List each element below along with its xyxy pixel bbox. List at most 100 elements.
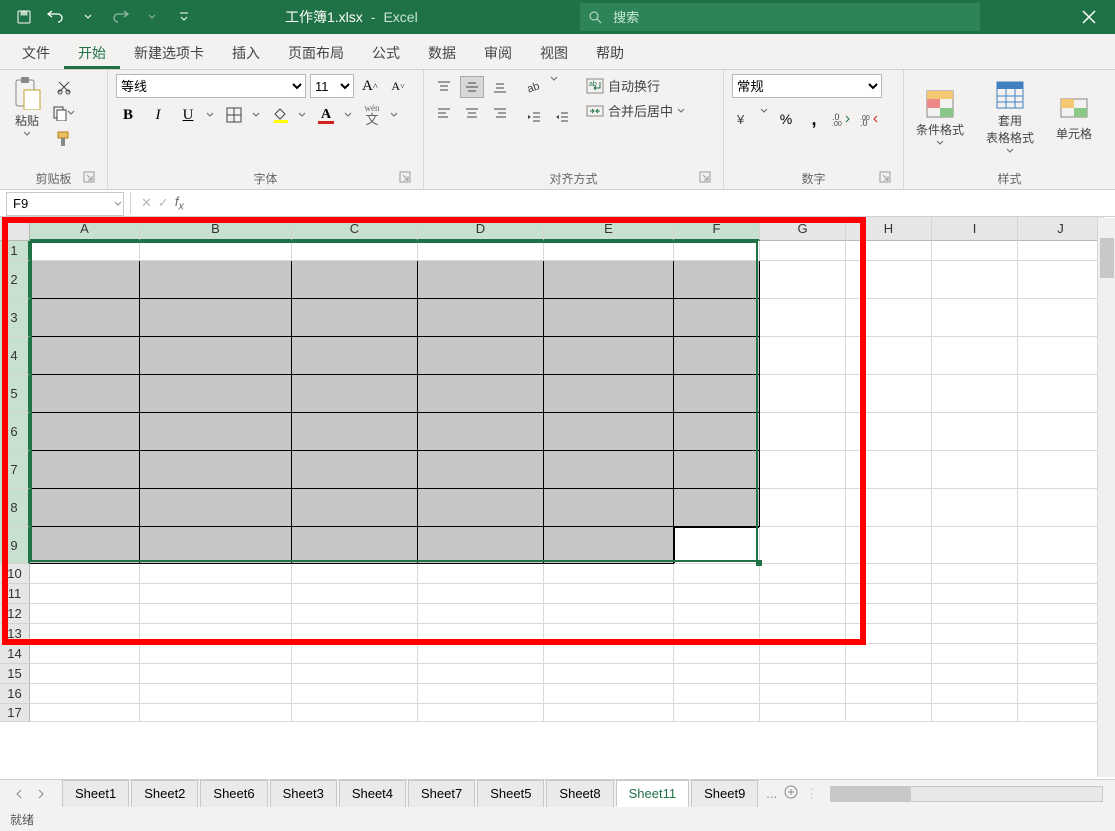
cell-I16[interactable]	[932, 684, 1018, 704]
cell-F2[interactable]	[674, 261, 760, 299]
cell-B5[interactable]	[140, 375, 292, 413]
font-launcher[interactable]	[399, 171, 413, 185]
cell-G4[interactable]	[760, 337, 846, 375]
tab-视图[interactable]: 视图	[526, 35, 582, 69]
cell-I7[interactable]	[932, 451, 1018, 489]
cell-H15[interactable]	[846, 664, 932, 684]
cell-C15[interactable]	[292, 664, 418, 684]
cell-B17[interactable]	[140, 704, 292, 722]
cell-J7[interactable]	[1018, 451, 1104, 489]
cell-F6[interactable]	[674, 413, 760, 451]
cell-I1[interactable]	[932, 241, 1018, 261]
cell-H10[interactable]	[846, 564, 932, 584]
cell-A13[interactable]	[30, 624, 140, 644]
cell-I14[interactable]	[932, 644, 1018, 664]
cell-C4[interactable]	[292, 337, 418, 375]
paste-button[interactable]: 粘贴	[8, 74, 46, 139]
row-header-5[interactable]: 5	[0, 375, 30, 413]
cell-G1[interactable]	[760, 241, 846, 261]
cell-C11[interactable]	[292, 584, 418, 604]
cell-B11[interactable]	[140, 584, 292, 604]
row-header-15[interactable]: 15	[0, 664, 30, 684]
cell-E2[interactable]	[544, 261, 674, 299]
cell-H3[interactable]	[846, 299, 932, 337]
tab-开始[interactable]: 开始	[64, 35, 120, 69]
merge-center-button[interactable]: 合并后居中	[586, 101, 685, 120]
phonetic-dropdown[interactable]	[390, 112, 400, 118]
cell-E7[interactable]	[544, 451, 674, 489]
cell-E1[interactable]	[544, 241, 674, 261]
cell-A6[interactable]	[30, 413, 140, 451]
cell-G16[interactable]	[760, 684, 846, 704]
currency-dropdown[interactable]	[760, 108, 770, 130]
tab-插入[interactable]: 插入	[218, 35, 274, 69]
cell-E17[interactable]	[544, 704, 674, 722]
currency-button[interactable]: ¥	[732, 108, 756, 130]
cell-D11[interactable]	[418, 584, 544, 604]
cell-G8[interactable]	[760, 489, 846, 527]
cell-B4[interactable]	[140, 337, 292, 375]
cell-F10[interactable]	[674, 564, 760, 584]
cell-J17[interactable]	[1018, 704, 1104, 722]
tab-帮助[interactable]: 帮助	[582, 35, 638, 69]
cell-B1[interactable]	[140, 241, 292, 261]
font-color-button[interactable]: A	[314, 104, 338, 126]
cell-D6[interactable]	[418, 413, 544, 451]
formula-enter-button[interactable]: ✓	[158, 195, 169, 211]
cell-B15[interactable]	[140, 664, 292, 684]
cell-H17[interactable]	[846, 704, 932, 722]
orientation-dropdown[interactable]	[550, 76, 560, 98]
align-middle-button[interactable]	[460, 76, 484, 98]
alignment-launcher[interactable]	[699, 171, 713, 185]
formula-input[interactable]	[184, 192, 1115, 214]
cell-I2[interactable]	[932, 261, 1018, 299]
underline-dropdown[interactable]	[206, 112, 216, 118]
increase-decimal-button[interactable]: .0.00	[830, 108, 854, 130]
cell-F11[interactable]	[674, 584, 760, 604]
cell-J13[interactable]	[1018, 624, 1104, 644]
horizontal-scrollbar[interactable]	[830, 786, 1103, 802]
cell-F16[interactable]	[674, 684, 760, 704]
cell-I15[interactable]	[932, 664, 1018, 684]
cell-A17[interactable]	[30, 704, 140, 722]
cell-J1[interactable]	[1018, 241, 1104, 261]
cell-C14[interactable]	[292, 644, 418, 664]
cell-J12[interactable]	[1018, 604, 1104, 624]
cell-E12[interactable]	[544, 604, 674, 624]
cell-H6[interactable]	[846, 413, 932, 451]
row-header-16[interactable]: 16	[0, 684, 30, 704]
cell-J6[interactable]	[1018, 413, 1104, 451]
cell-G10[interactable]	[760, 564, 846, 584]
cell-G14[interactable]	[760, 644, 846, 664]
row-header-13[interactable]: 13	[0, 624, 30, 644]
row-header-7[interactable]: 7	[0, 451, 30, 489]
cell-I11[interactable]	[932, 584, 1018, 604]
cell-J16[interactable]	[1018, 684, 1104, 704]
row-header-12[interactable]: 12	[0, 604, 30, 624]
cell-J14[interactable]	[1018, 644, 1104, 664]
column-header-G[interactable]: G	[760, 217, 846, 241]
redo-dropdown[interactable]	[138, 4, 166, 30]
cell-G9[interactable]	[760, 527, 846, 564]
cell-J15[interactable]	[1018, 664, 1104, 684]
cell-A12[interactable]	[30, 604, 140, 624]
cell-A10[interactable]	[30, 564, 140, 584]
cell-D4[interactable]	[418, 337, 544, 375]
cell-G5[interactable]	[760, 375, 846, 413]
cell-F13[interactable]	[674, 624, 760, 644]
cell-B14[interactable]	[140, 644, 292, 664]
vertical-scrollbar[interactable]	[1097, 218, 1115, 777]
row-header-3[interactable]: 3	[0, 299, 30, 337]
column-header-D[interactable]: D	[418, 217, 544, 241]
cell-I9[interactable]	[932, 527, 1018, 564]
name-box[interactable]: F9	[6, 192, 124, 216]
cell-J5[interactable]	[1018, 375, 1104, 413]
italic-button[interactable]: I	[146, 104, 170, 126]
cell-D9[interactable]	[418, 527, 544, 564]
cell-A3[interactable]	[30, 299, 140, 337]
sheet-tab-Sheet8[interactable]: Sheet8	[546, 780, 613, 807]
row-header-14[interactable]: 14	[0, 644, 30, 664]
new-sheet-button[interactable]	[783, 784, 799, 803]
cell-C6[interactable]	[292, 413, 418, 451]
cell-B10[interactable]	[140, 564, 292, 584]
